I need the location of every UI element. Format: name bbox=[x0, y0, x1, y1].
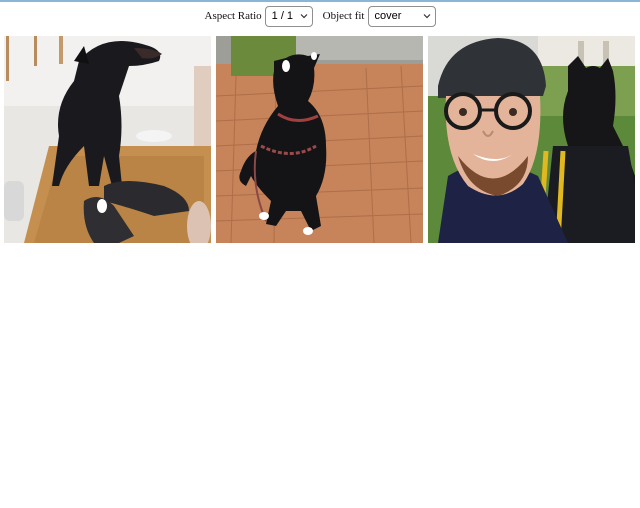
object-fit-label: Object fit bbox=[322, 10, 365, 22]
object-fit-select[interactable]: cover bbox=[367, 5, 436, 27]
object-fit-value: cover bbox=[374, 10, 402, 22]
man-with-dog-image bbox=[428, 36, 635, 243]
dog-on-bricks-image bbox=[216, 36, 423, 243]
chevron-down-icon bbox=[300, 14, 308, 19]
dog-on-shoes-image bbox=[4, 36, 211, 243]
aspect-ratio-select[interactable]: 1 / 1 bbox=[264, 5, 313, 27]
aspect-ratio-value: 1 / 1 bbox=[271, 10, 294, 22]
photo-dog-on-shoes bbox=[4, 36, 211, 243]
controls-bar: Aspect Ratio 1 / 1 Object fit cover bbox=[0, 5, 640, 27]
image-gallery bbox=[4, 36, 635, 243]
photo-dog-on-bricks bbox=[216, 36, 423, 243]
window-top-border bbox=[0, 0, 640, 2]
photo-man-with-dog bbox=[428, 36, 635, 243]
aspect-ratio-label: Aspect Ratio bbox=[204, 10, 262, 22]
chevron-down-icon bbox=[423, 14, 430, 19]
